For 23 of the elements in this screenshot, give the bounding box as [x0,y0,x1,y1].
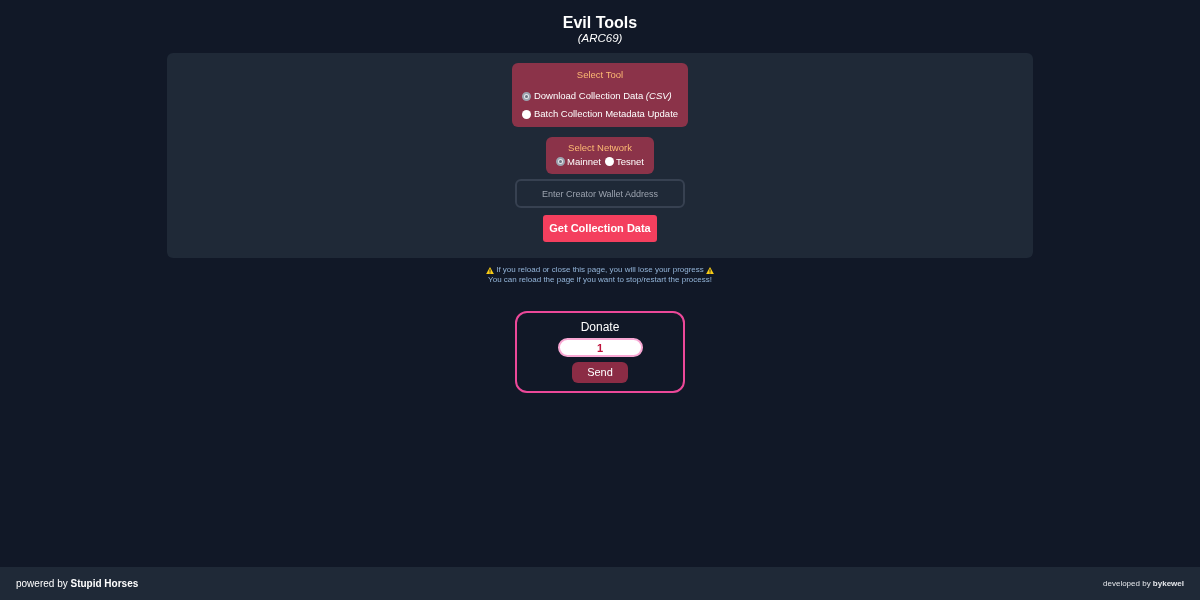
page-title: Evil Tools [562,13,638,32]
radio-button[interactable] [521,91,531,101]
network-option-label[interactable]: Mainnet [567,155,601,168]
page-subtitle: (ARC69) [577,32,623,45]
tool-select-label: Select Tool [576,69,624,81]
network-select-label: Select Network [568,142,632,154]
network-option-label[interactable]: Tesnet [615,155,644,168]
developer-credit: developed by bykewel [1103,577,1184,590]
send-button[interactable]: Send [572,362,628,383]
wallet-address-field[interactable]: Enter Creator Wallet Address [515,179,685,208]
warning-icon [486,266,495,274]
radio-button[interactable] [556,157,566,166]
notice-text: You can reload the page if you want to stop/restart the process! [488,275,712,285]
donation-amount-field[interactable]: 1 [557,338,643,357]
radio-button[interactable] [521,109,531,119]
tool-option-label[interactable]: Batch Collection Metadata Update [533,106,679,122]
warning-icon [705,266,714,274]
tool-option-label[interactable]: Download Collection Data (CSV) [533,88,672,104]
notice-text: If you reload or close this page, you will lose your progress [496,265,704,275]
powered-by-credit: powered by Stupid Horses [16,577,139,591]
get-collection-data-button[interactable]: Get Collection Data [543,215,657,242]
donate-title: Donate [580,319,620,335]
radio-button[interactable] [604,157,614,166]
